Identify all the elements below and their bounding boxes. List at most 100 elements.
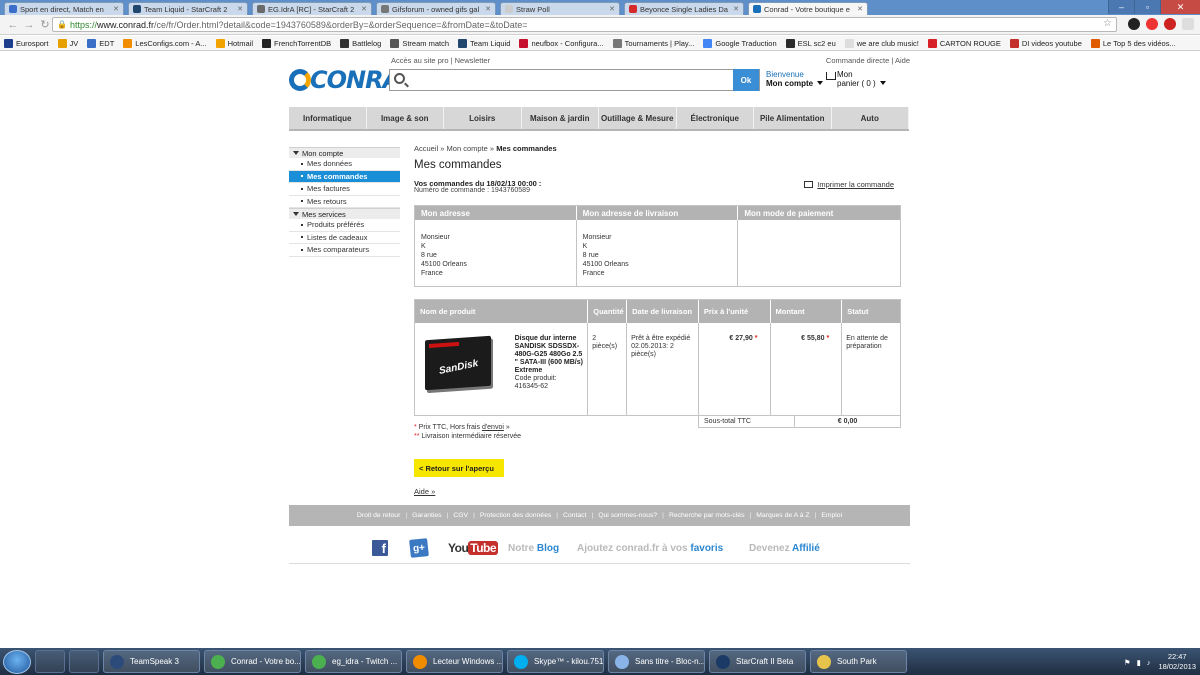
close-icon[interactable]: ✕ — [733, 5, 739, 13]
maximize-button[interactable]: ▫ — [1134, 0, 1160, 14]
close-icon[interactable]: ✕ — [113, 5, 119, 13]
google-plus-icon[interactable]: g+ — [409, 538, 429, 558]
nav-item[interactable]: Électronique — [677, 107, 754, 129]
reload-icon[interactable]: ↻ — [38, 18, 52, 32]
close-icon[interactable]: ✕ — [609, 5, 615, 13]
sidebar-item-mes-comparateurs[interactable]: Mes comparateurs — [289, 244, 400, 257]
bookmark-item[interactable]: Hotmail — [215, 38, 253, 48]
clock[interactable]: 22:47 18/02/2013 — [1158, 652, 1196, 672]
tray-network-icon[interactable]: ▮ — [1137, 658, 1141, 667]
nav-item[interactable]: Loisirs — [444, 107, 522, 129]
sidebar-item-mes-commandes[interactable]: Mes commandes — [289, 170, 400, 183]
help-link[interactable]: Aide » — [414, 487, 435, 496]
pro-newsletter-links[interactable]: Accès au site pro | Newsletter — [391, 56, 490, 65]
blog-link[interactable]: Notre Blog — [508, 543, 559, 554]
tray-flag-icon[interactable]: ⚑ — [1124, 658, 1131, 667]
quicklaunch-starcraft-icon[interactable] — [69, 650, 99, 673]
taskbar-item[interactable]: South Park — [810, 650, 907, 673]
bookmark-item[interactable]: JV — [57, 38, 78, 48]
bookmark-item[interactable]: Le Top 5 des vidéos... — [1090, 38, 1176, 48]
nav-item[interactable]: Auto — [832, 107, 909, 129]
bookmark-item[interactable]: neufbox - Configura... — [519, 38, 604, 48]
breadcrumb-account[interactable]: Mon compte — [447, 144, 488, 153]
nav-item[interactable]: Informatique — [289, 107, 367, 129]
sidebar-section-mon-compte[interactable]: Mon compte — [289, 147, 400, 158]
sidebar-item-listes-cadeaux[interactable]: Listes de cadeaux — [289, 232, 400, 244]
youtube-logo[interactable]: You Tube — [448, 541, 499, 555]
browser-tab[interactable]: Straw Poll ✕ — [500, 2, 620, 15]
close-icon[interactable]: ✕ — [857, 5, 863, 13]
taskbar-item[interactable]: TeamSpeak 3 — [103, 650, 200, 673]
account-menu[interactable]: Bienvenue Mon compte — [766, 70, 824, 88]
sidebar-item-mes-retours[interactable]: Mes retours — [289, 196, 400, 208]
nav-item[interactable]: Pile Alimentation — [754, 107, 832, 129]
quicklaunch-media-icon[interactable] — [35, 650, 65, 673]
bookmark-item[interactable]: Eurosport — [4, 38, 49, 48]
browser-tab-active[interactable]: Conrad - Votre boutique e ✕ — [748, 2, 868, 15]
close-icon[interactable]: ✕ — [485, 5, 491, 13]
address-bar[interactable]: 🔒 https://www.conrad.fr/ce/fr/Order.html… — [52, 17, 1117, 32]
menu-icon[interactable] — [1182, 18, 1194, 30]
extension-icon[interactable] — [1146, 18, 1158, 30]
sidebar-item-mes-donnees[interactable]: Mes données — [289, 158, 400, 171]
extension-icon[interactable] — [1164, 18, 1176, 30]
search-input[interactable] — [389, 69, 760, 91]
tray-volume-icon[interactable]: ♪ — [1147, 658, 1151, 667]
browser-tab[interactable]: Beyonce Single Ladies Da ✕ — [624, 2, 744, 15]
footer-link[interactable]: Marques de A à Z — [756, 512, 809, 519]
bookmark-item[interactable]: CARTON ROUGE — [927, 38, 1001, 48]
footer-link[interactable]: Protection des données — [480, 512, 551, 519]
back-to-overview-button[interactable]: < Retour sur l'aperçu — [414, 459, 504, 477]
footer-link[interactable]: Garanties — [412, 512, 441, 519]
cart-button[interactable]: Mon panier ( 0 ) — [826, 70, 886, 88]
facebook-icon[interactable]: f — [372, 540, 388, 556]
close-icon[interactable]: ✕ — [361, 5, 367, 13]
bookmark-item[interactable]: Battlelog — [340, 38, 381, 48]
breadcrumb-home[interactable]: Accueil — [414, 144, 438, 153]
bookmark-item[interactable]: LesConfigs.com - A... — [123, 38, 207, 48]
sidebar-section-mes-services[interactable]: Mes services — [289, 208, 400, 219]
footer-link[interactable]: Droit de retour — [357, 512, 400, 519]
affiliate-link[interactable]: Devenez Affilié — [749, 543, 820, 554]
bookmark-item[interactable]: DI videos youtube — [1009, 38, 1082, 48]
favorites-link[interactable]: Ajoutez conrad.fr à vos favoris — [577, 543, 723, 554]
taskbar-item[interactable]: Conrad - Votre bo... — [204, 650, 301, 673]
nav-item[interactable]: Maison & jardin — [522, 107, 599, 129]
browser-tab[interactable]: EG.IdrA [RC] - StarCraft 2 ✕ — [252, 2, 372, 15]
bookmark-star-icon[interactable]: ☆ — [1103, 18, 1112, 29]
bookmark-item[interactable]: Stream match — [390, 38, 449, 48]
sidebar-item-mes-factures[interactable]: Mes factures — [289, 183, 400, 196]
extension-icon[interactable] — [1128, 18, 1140, 30]
footer-link[interactable]: Qui sommes-nous? — [598, 512, 657, 519]
taskbar-item[interactable]: eg_idra - Twitch ... — [305, 650, 402, 673]
close-icon[interactable]: ✕ — [237, 5, 243, 13]
sidebar-item-produits-preferes[interactable]: Produits préférés — [289, 219, 400, 232]
back-arrow-icon[interactable]: ← — [6, 18, 20, 32]
browser-tab[interactable]: Sport en direct, Match en ✕ — [4, 2, 124, 15]
nav-item[interactable]: Outillage & Mesure — [599, 107, 677, 129]
direct-order-help-links[interactable]: Commande directe | Aide — [826, 56, 910, 65]
browser-tab[interactable]: Gifsforum - owned gifs gal ✕ — [376, 2, 496, 15]
taskbar-item[interactable]: Skype™ - kilou.751 — [507, 650, 604, 673]
footer-link[interactable]: Contact — [563, 512, 586, 519]
browser-tab[interactable]: Team Liquid - StarCraft 2 ✕ — [128, 2, 248, 15]
bookmark-item[interactable]: Tournaments | Play... — [612, 38, 694, 48]
bookmark-item[interactable]: FrenchTorrentDB — [262, 38, 331, 48]
nav-item[interactable]: Image & son — [367, 107, 444, 129]
taskbar-item[interactable]: Sans titre - Bloc-n... — [608, 650, 705, 673]
taskbar-item[interactable]: StarCraft II Beta — [709, 650, 806, 673]
footer-link[interactable]: Recherche par mots-clés — [669, 512, 745, 519]
product-image[interactable]: SanDisk — [415, 323, 511, 415]
taskbar-item[interactable]: Lecteur Windows ... — [406, 650, 503, 673]
start-button[interactable] — [3, 649, 31, 674]
bookmark-item[interactable]: Team Liquid — [458, 38, 510, 48]
forward-arrow-icon[interactable]: → — [22, 18, 36, 32]
bookmark-item[interactable]: ESL sc2 eu — [785, 38, 836, 48]
close-window-button[interactable]: ✕ — [1160, 0, 1200, 14]
product-name[interactable]: Disque dur interne SANDISK SDSSDX-480G-G… — [515, 335, 584, 375]
bookmark-item[interactable]: we are club music! — [844, 38, 919, 48]
search-button[interactable]: Ok — [733, 69, 759, 91]
minimize-button[interactable]: – — [1108, 0, 1134, 14]
footer-link[interactable]: Emploi — [821, 512, 842, 519]
bookmark-item[interactable]: EDT — [87, 38, 114, 48]
